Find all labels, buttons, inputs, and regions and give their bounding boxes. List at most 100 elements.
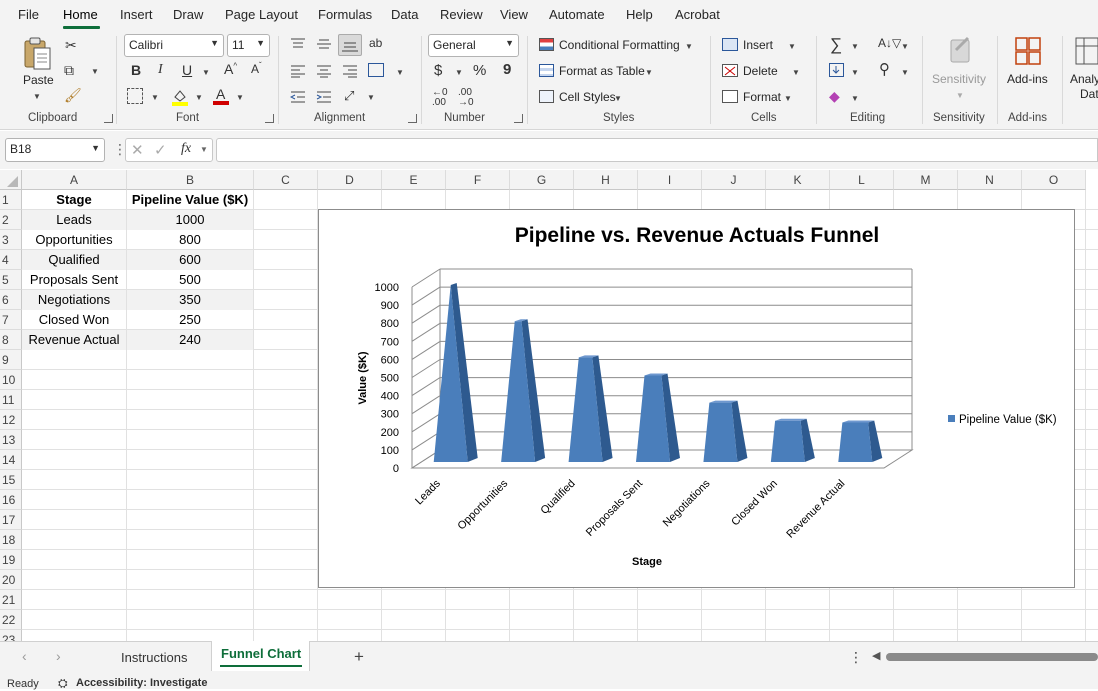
accessibility-status[interactable]: Accessibility: Investigate: [76, 677, 207, 689]
table-cell[interactable]: 800: [127, 230, 253, 250]
chevron-down-icon[interactable]: ▼: [788, 42, 796, 51]
row-header[interactable]: 17: [0, 510, 22, 530]
increase-decimal-icon[interactable]: ←0.00: [432, 88, 448, 108]
row-header[interactable]: 21: [0, 590, 22, 610]
chevron-down-icon[interactable]: ▼: [784, 94, 792, 103]
merge-center-icon[interactable]: [368, 63, 384, 77]
table-cell[interactable]: Qualified: [22, 250, 126, 270]
conditional-formatting-button[interactable]: Conditional Formatting: [559, 38, 680, 52]
insert-function-button[interactable]: fx: [181, 141, 191, 157]
row-header[interactable]: 10: [0, 370, 22, 390]
column-header[interactable]: M: [894, 170, 958, 190]
row-header[interactable]: 13: [0, 430, 22, 450]
horizontal-scrollbar[interactable]: [886, 653, 1098, 661]
align-center-icon[interactable]: [316, 64, 332, 81]
row-header[interactable]: 20: [0, 570, 22, 590]
table-cell[interactable]: Closed Won: [22, 310, 126, 330]
number-launcher-icon[interactable]: [514, 114, 523, 123]
chevron-down-icon[interactable]: ▼: [645, 68, 653, 77]
menu-automate[interactable]: Automate: [549, 7, 605, 22]
column-header[interactable]: D: [318, 170, 382, 190]
cell-styles-button[interactable]: Cell Styles: [559, 90, 616, 104]
currency-chevron-down-icon[interactable]: ▼: [455, 68, 463, 77]
row-header[interactable]: 5: [0, 270, 22, 290]
row-header[interactable]: 16: [0, 490, 22, 510]
chevron-down-icon[interactable]: ▼: [851, 68, 859, 77]
row-header[interactable]: 2: [0, 210, 22, 230]
comma-style-button[interactable]: 9: [503, 62, 511, 77]
alignment-launcher-icon[interactable]: [408, 114, 417, 123]
column-header[interactable]: N: [958, 170, 1022, 190]
row-header[interactable]: 18: [0, 530, 22, 550]
sheet-tab-instructions[interactable]: Instructions: [121, 650, 187, 665]
row-header[interactable]: 11: [0, 390, 22, 410]
more-sheets-icon[interactable]: ⋮: [849, 649, 863, 666]
italic-button[interactable]: I: [158, 63, 163, 77]
merge-chevron-down-icon[interactable]: ▼: [396, 68, 404, 77]
select-all-corner[interactable]: [0, 170, 22, 190]
chevron-down-icon[interactable]: ▼: [901, 42, 909, 51]
find-select-icon[interactable]: ⚲: [879, 62, 890, 77]
font-size-combo[interactable]: 11 ▼: [227, 34, 270, 57]
copy-icon[interactable]: ⧉: [64, 63, 74, 77]
chevron-down-icon[interactable]: ▼: [792, 68, 800, 77]
column-header[interactable]: J: [702, 170, 766, 190]
row-header[interactable]: 9: [0, 350, 22, 370]
number-format-combo[interactable]: General ▼: [428, 34, 519, 57]
autosum-icon[interactable]: ∑: [830, 36, 842, 53]
chevron-down-icon[interactable]: ▼: [851, 94, 859, 103]
sensitivity-button[interactable]: Sensitivity: [932, 72, 986, 86]
align-top-icon[interactable]: [290, 37, 306, 54]
fill-color-chevron-down-icon[interactable]: ▼: [195, 93, 203, 102]
table-header-cell[interactable]: Pipeline Value ($K): [127, 190, 253, 210]
scroll-tabs-left-icon[interactable]: ‹: [22, 648, 27, 664]
chevron-down-icon[interactable]: ▼: [614, 94, 622, 103]
add-ins-button[interactable]: Add-ins: [1007, 72, 1048, 86]
underline-button[interactable]: U: [182, 63, 192, 77]
column-header[interactable]: C: [254, 170, 318, 190]
align-left-icon[interactable]: [290, 64, 306, 81]
table-cell[interactable]: Negotiations: [22, 290, 126, 310]
table-cell[interactable]: Leads: [22, 210, 126, 230]
table-cell[interactable]: 350: [127, 290, 253, 310]
column-header[interactable]: H: [574, 170, 638, 190]
scroll-tabs-right-icon[interactable]: ›: [56, 648, 61, 664]
percent-button[interactable]: %: [473, 63, 486, 78]
menu-home[interactable]: Home: [63, 7, 98, 22]
paste-chevron-down-icon[interactable]: ▼: [33, 92, 41, 101]
bold-button[interactable]: B: [131, 63, 141, 77]
table-cell[interactable]: 600: [127, 250, 253, 270]
chevron-down-icon[interactable]: ▼: [901, 68, 909, 77]
delete-button[interactable]: Delete: [743, 64, 778, 78]
menu-insert[interactable]: Insert: [120, 7, 153, 22]
menu-page-layout[interactable]: Page Layout: [225, 7, 298, 22]
decrease-indent-icon[interactable]: [289, 90, 306, 107]
fill-icon[interactable]: [829, 63, 844, 77]
row-header[interactable]: 7: [0, 310, 22, 330]
row-header[interactable]: 4: [0, 250, 22, 270]
format-painter-icon[interactable]: 🖌: [64, 88, 82, 102]
text-orientation-icon[interactable]: ⤢: [344, 89, 354, 102]
row-header[interactable]: 14: [0, 450, 22, 470]
insert-button[interactable]: Insert: [743, 38, 773, 52]
row-header[interactable]: 15: [0, 470, 22, 490]
fill-color-icon[interactable]: [172, 88, 188, 106]
formula-input[interactable]: [216, 138, 1098, 162]
chevron-down-icon[interactable]: ▼: [851, 42, 859, 51]
format-as-table-button[interactable]: Format as Table: [559, 64, 645, 78]
paste-button[interactable]: Paste: [23, 73, 54, 87]
row-header[interactable]: 19: [0, 550, 22, 570]
clear-icon[interactable]: ◆: [829, 89, 840, 103]
menu-draw[interactable]: Draw: [173, 7, 203, 22]
table-cell[interactable]: 240: [127, 330, 253, 350]
column-header[interactable]: G: [510, 170, 574, 190]
row-header[interactable]: 8: [0, 330, 22, 350]
orientation-chevron-down-icon[interactable]: ▼: [367, 93, 375, 102]
clipboard-launcher-icon[interactable]: [104, 114, 113, 123]
column-header[interactable]: L: [830, 170, 894, 190]
funnel-chart[interactable]: Pipeline vs. Revenue Actuals Funnel Valu…: [318, 209, 1075, 588]
add-sheet-button[interactable]: +: [354, 647, 364, 667]
decrease-decimal-icon[interactable]: .00 →0: [458, 88, 474, 108]
table-cell[interactable]: 1000: [127, 210, 253, 230]
row-header[interactable]: 12: [0, 410, 22, 430]
